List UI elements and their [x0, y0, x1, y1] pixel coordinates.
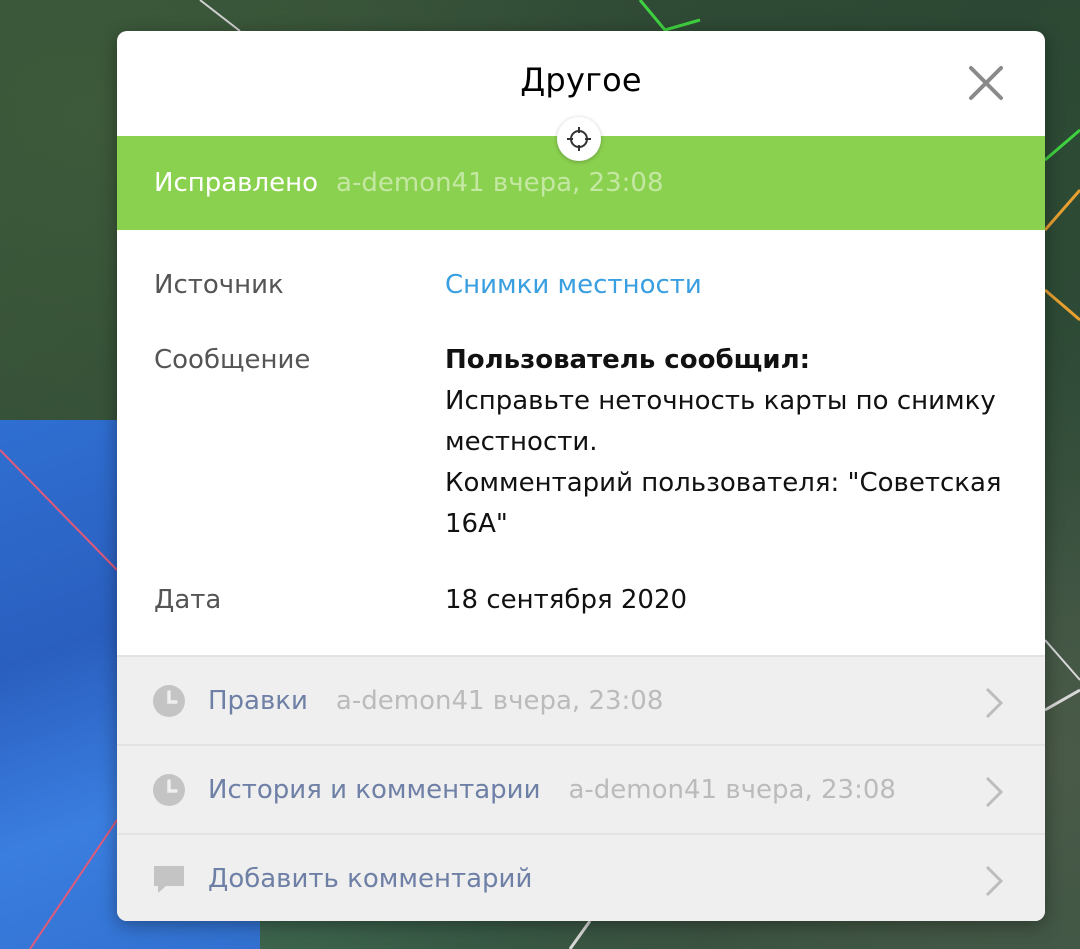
date-label: Дата: [154, 585, 222, 615]
chevron-right-icon: [985, 776, 1003, 808]
details-section: Источник Снимки местности Сообщение Поль…: [117, 265, 1045, 621]
source-link[interactable]: Снимки местности: [445, 265, 702, 306]
clock-icon: [152, 773, 186, 807]
clock-icon: [152, 684, 186, 718]
date-row: Дата 18 сентября 2020: [154, 580, 1008, 621]
action-edits[interactable]: Правки a-demon41 вчера, 23:08: [117, 655, 1045, 744]
chevron-right-icon: [985, 865, 1003, 897]
actions-list: Правки a-demon41 вчера, 23:08 История и …: [117, 655, 1045, 921]
message-value: Пользователь сообщил: Исправьте неточнос…: [445, 340, 1002, 545]
date-value: 18 сентября 2020: [445, 585, 688, 615]
action-label: Правки: [208, 685, 308, 716]
action-history[interactable]: История и комментарии a-demon41 вчера, 2…: [117, 744, 1045, 833]
status-label: Исправлено: [154, 168, 319, 198]
message-line: местности.: [445, 427, 598, 457]
action-meta: a-demon41 вчера, 23:08: [335, 685, 664, 716]
action-label: Добавить комментарий: [208, 863, 533, 894]
source-row: Источник Снимки местности: [154, 265, 1008, 306]
action-label: История и комментарии: [208, 774, 541, 805]
message-line: Комментарий пользователя: "Советская: [445, 468, 1002, 498]
issue-card: Другое Исправлено a-demon41 вчера, 23:08…: [117, 31, 1045, 921]
message-label: Сообщение: [154, 345, 311, 375]
close-button[interactable]: [967, 64, 1005, 102]
message-line: 16А": [445, 509, 508, 539]
comment-icon: [152, 862, 186, 896]
card-title: Другое: [520, 61, 642, 99]
action-meta: a-demon41 вчера, 23:08: [568, 774, 896, 805]
locate-button[interactable]: [557, 117, 601, 161]
message-heading: Пользователь сообщил:: [445, 345, 811, 375]
chevron-right-icon: [985, 687, 1003, 719]
close-icon: [969, 66, 1003, 100]
message-line: Исправьте неточность карты по снимку: [445, 386, 996, 416]
message-row: Сообщение Пользователь сообщил: Исправьт…: [154, 340, 1008, 545]
crosshair-icon: [567, 127, 591, 151]
source-label: Источник: [154, 270, 284, 300]
action-add-comment[interactable]: Добавить комментарий: [117, 833, 1045, 921]
status-meta: a-demon41 вчера, 23:08: [336, 168, 664, 198]
